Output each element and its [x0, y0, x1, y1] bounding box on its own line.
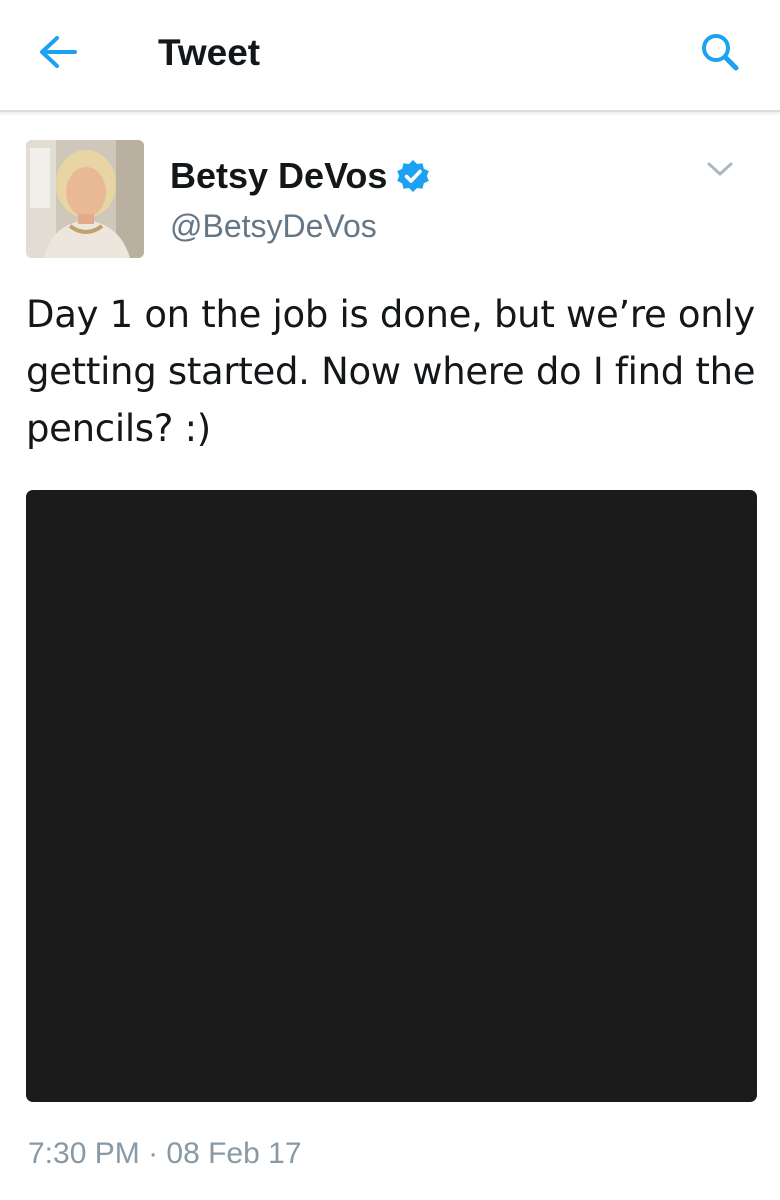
back-button[interactable]: [30, 30, 86, 78]
app-bar: Tweet: [0, 0, 780, 112]
search-icon: [698, 30, 742, 79]
tweet-media-image[interactable]: [26, 490, 757, 1102]
author-name[interactable]: Betsy DeVos: [170, 152, 430, 200]
tweet-menu-button[interactable]: [696, 152, 744, 192]
author-name-text: Betsy DeVos: [170, 155, 388, 196]
tweet-timestamp: 7:30 PM · 08 Feb 17: [28, 1134, 302, 1174]
page-title: Tweet: [158, 32, 261, 73]
chevron-down-icon: [706, 161, 734, 184]
tweet-date: 08 Feb 17: [166, 1137, 302, 1170]
search-button[interactable]: [692, 26, 748, 82]
verified-badge-icon: [396, 159, 430, 193]
arrow-left-icon: [37, 34, 79, 75]
tweet-time: 7:30 PM: [28, 1137, 140, 1170]
timestamp-separator: ·: [139, 1137, 167, 1170]
author-handle[interactable]: @BetsyDeVos: [170, 204, 377, 248]
avatar[interactable]: [26, 140, 144, 258]
tweet-text: Day 1 on the job is done, but we’re only…: [26, 293, 756, 450]
